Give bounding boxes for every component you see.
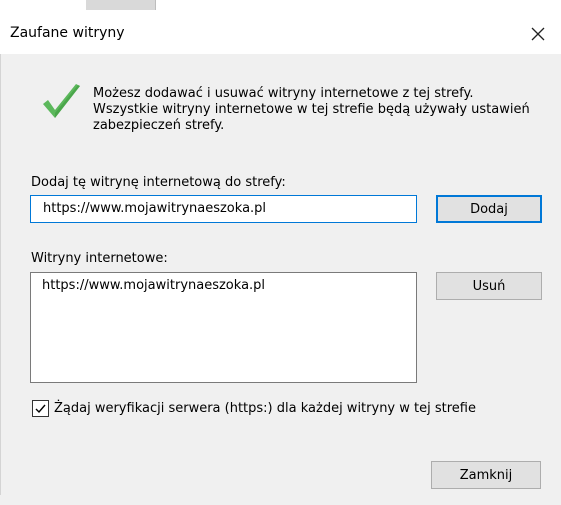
add-site-input[interactable]: https://www.mojawitrynaeszoka.pl <box>30 195 417 223</box>
dialog-body: Możesz dodawać i usuwać witryny internet… <box>0 54 561 505</box>
background-window-strip <box>0 0 561 10</box>
require-https-label: Żądaj weryfikacji serwera (https:) dla k… <box>54 401 476 416</box>
sites-list[interactable]: https://www.mojawitrynaeszoka.pl <box>30 272 417 383</box>
trusted-sites-dialog: Zaufane witryny Możesz dodawać i usuwać … <box>0 10 561 505</box>
add-site-label: Dodaj tę witrynę internetową do strefy: <box>31 175 286 190</box>
add-button[interactable]: Dodaj <box>436 195 542 223</box>
info-text: Możesz dodawać i usuwać witryny internet… <box>93 86 530 133</box>
title-bar: Zaufane witryny <box>0 10 561 54</box>
close-dialog-button[interactable]: Zamknij <box>431 461 541 489</box>
sites-label: Witryny internetowe: <box>31 251 168 266</box>
checkmark-icon <box>43 84 80 118</box>
close-icon <box>531 27 545 41</box>
require-https-checkbox[interactable] <box>32 400 49 417</box>
checkbox-check-icon <box>35 404 46 414</box>
left-divider <box>0 54 1 495</box>
dialog-title: Zaufane witryny <box>10 25 125 41</box>
close-button[interactable] <box>520 18 556 50</box>
remove-button[interactable]: Usuń <box>436 272 542 300</box>
list-item[interactable]: https://www.mojawitrynaeszoka.pl <box>31 273 416 293</box>
background-window-fragment <box>86 0 156 10</box>
